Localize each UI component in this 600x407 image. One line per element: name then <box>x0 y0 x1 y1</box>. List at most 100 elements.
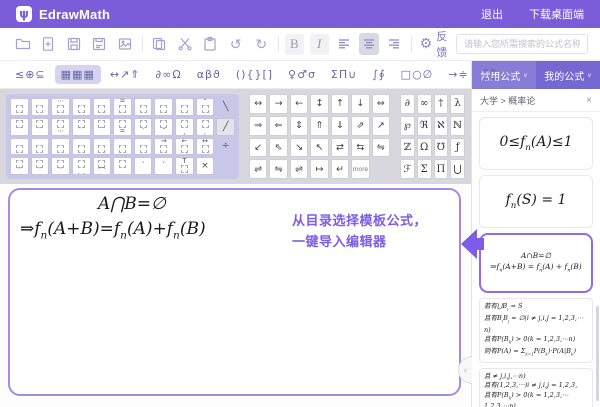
decoration-symbol-cell[interactable]: ˆ <box>10 157 29 175</box>
breadcrumb[interactable]: 大学 > 概率论 <box>480 94 535 107</box>
formula-card-selected[interactable]: A∩B=∅⇒fn(A+B) = fn(A) + fn(B) <box>479 233 593 293</box>
arrow-symbol-cell[interactable]: ⇗ <box>351 116 369 136</box>
arrow-symbol-cell[interactable]: ← <box>290 94 308 114</box>
decoration-symbol-cell[interactable]: ⋯ <box>51 118 70 136</box>
sidebar-tab-my-formulas[interactable]: 我的公式∨ <box>536 61 600 89</box>
palette-tab-decorations[interactable]: ▦▦▦ <box>55 65 101 84</box>
letter-symbol-cell[interactable]: ℘ <box>400 116 415 136</box>
palette-tab-integrals[interactable]: ∫∮ <box>366 65 391 84</box>
feedback-button[interactable]: 反馈 <box>436 28 456 60</box>
paste-icon[interactable] <box>200 32 222 56</box>
decoration-symbol-cell[interactable]: ˆ <box>10 138 29 156</box>
letter-symbol-cell[interactable]: Σ <box>417 159 432 179</box>
letter-symbol-cell[interactable]: ℜ <box>417 116 432 136</box>
letter-symbol-cell[interactable]: † <box>434 94 449 114</box>
save-as-icon[interactable] <box>89 32 111 56</box>
decoration-symbol-cell[interactable]: ⌒ <box>93 157 112 175</box>
arrow-symbol-cell[interactable]: ↦ <box>310 159 328 179</box>
download-desktop-button[interactable]: 下载桌面端 <box>529 6 584 22</box>
decoration-symbol-cell[interactable]: ˇ <box>31 157 50 175</box>
arrow-symbol-cell[interactable]: ⇌ <box>290 159 308 179</box>
arrow-symbol-cell[interactable]: ⇑ <box>310 116 328 136</box>
decoration-symbol-cell[interactable]: ′ <box>134 118 153 136</box>
arrow-symbol-cell[interactable]: ↘ <box>290 138 308 158</box>
new-file-icon[interactable] <box>38 32 60 56</box>
decoration-symbol-cell[interactable]: ¨¨ <box>72 98 91 116</box>
arrow-symbol-cell[interactable]: ↙ <box>249 138 267 158</box>
decoration-symbol-cell[interactable]: ¨ <box>31 98 50 116</box>
decoration-symbol-cell[interactable]: ⌒ <box>134 138 153 156</box>
decoration-symbol-cell[interactable]: ‵ <box>134 157 153 175</box>
letter-symbol-cell[interactable]: ƒ <box>450 138 465 158</box>
formula-card[interactable]: fn(S) = 1 <box>479 175 593 228</box>
decoration-symbol-cell[interactable]: _ <box>113 157 132 175</box>
decoration-symbol-cell[interactable]: ″ <box>154 98 173 116</box>
palette-tab-logic[interactable]: →≑ <box>442 65 474 84</box>
arrow-symbol-cell[interactable]: ↖ <box>310 138 328 158</box>
formula-canvas[interactable]: A⋂B=∅ ⇒fn(A+B)=fn(A)+fn(B) 从目录选择模板公式， 一键… <box>8 188 461 396</box>
decoration-symbol-cell[interactable]: ‿ <box>72 157 91 175</box>
palette-tab-expand[interactable] <box>478 66 501 83</box>
more-arrows-button[interactable]: more <box>351 159 369 179</box>
palette-tab-relations[interactable]: ≤⊕⊆ <box>9 65 52 84</box>
letter-symbol-cell[interactable]: ⋃ <box>450 159 465 179</box>
letter-symbol-cell[interactable]: ∂ <box>400 94 415 114</box>
decoration-symbol-cell[interactable]: ¸ <box>175 118 194 136</box>
decoration-symbol-cell[interactable]: ¨ <box>31 118 50 136</box>
arrow-symbol-cell[interactable]: ⇌ <box>249 159 267 179</box>
decoration-symbol-cell[interactable]: ⋯ <box>51 98 70 116</box>
arrow-symbol-cell[interactable]: ⇄ <box>331 138 349 158</box>
redo-icon[interactable]: ↻ <box>251 32 273 56</box>
align-right-icon[interactable] <box>384 33 404 55</box>
exit-button[interactable]: 退出 <box>481 6 503 22</box>
letter-symbol-cell[interactable]: ℕ <box>450 116 465 136</box>
decoration-symbol-cell[interactable]: ′ <box>154 157 173 175</box>
decoration-symbol-cell[interactable]: ˙ <box>10 118 29 136</box>
palette-tab-calculus[interactable]: ∂∞Ω <box>150 65 188 84</box>
letter-symbol-cell[interactable]: ℱ <box>400 159 415 179</box>
arrow-symbol-cell[interactable]: → <box>269 94 287 114</box>
export-image-icon[interactable] <box>114 32 136 56</box>
scrollbar-thumb[interactable] <box>596 306 599 401</box>
letter-symbol-cell[interactable]: ℵ <box>434 116 449 136</box>
decoration-symbol-cell[interactable]: ˜ <box>51 157 70 175</box>
arrow-symbol-cell[interactable]: ↓ <box>351 94 369 114</box>
settings-gear-icon[interactable]: ⚙ <box>420 36 433 52</box>
arrow-symbol-cell[interactable]: ⇓ <box>331 116 349 136</box>
arrow-symbol-cell[interactable]: ↗ <box>372 116 390 136</box>
decoration-symbol-cell[interactable]: = <box>113 118 132 136</box>
letter-symbol-cell[interactable]: ℧ <box>434 138 449 158</box>
decoration-symbol-cell[interactable]: × <box>196 157 215 175</box>
letter-symbol-cell[interactable]: ∞ <box>417 94 432 114</box>
arrow-symbol-cell[interactable]: ↔ <box>249 94 267 114</box>
canvas-formula-line1[interactable]: A⋂B=∅ <box>98 194 166 214</box>
decoration-symbol-cell[interactable]: ˉ <box>93 118 112 136</box>
formula-card[interactable]: 0≤fn(A)≤1 <box>479 117 593 170</box>
decoration-symbol-cell[interactable]: → <box>154 138 173 156</box>
formula-card[interactable]: 且 ≠ j,i,j,⋯n)且有(1,2,3,⋯)i ≠ j,i,j = 1,2,… <box>479 368 593 407</box>
letter-symbol-cell[interactable]: Ω <box>417 138 432 158</box>
canvas-formula-line2[interactable]: ⇒fn(A+B)=fn(A)+fn(B) <box>20 219 206 241</box>
copy-icon[interactable] <box>148 32 170 56</box>
arrow-symbol-cell[interactable]: ⇒ <box>249 116 267 136</box>
italic-button[interactable]: I <box>310 34 329 55</box>
arrow-symbol-cell[interactable]: ⇋ <box>372 138 390 158</box>
arrow-symbol-cell[interactable]: ⇆ <box>351 138 369 158</box>
arrow-symbol-cell[interactable]: ⇕ <box>290 116 308 136</box>
arrow-symbol-cell[interactable]: ⇐ <box>269 116 287 136</box>
decoration-symbol-cell[interactable]: ¨¨ <box>72 118 91 136</box>
cut-icon[interactable] <box>174 32 196 56</box>
palette-tab-brackets[interactable]: (){}[] <box>230 65 279 84</box>
palette-tab-arrows[interactable]: ↔↗⇑ <box>104 65 147 84</box>
decoration-symbol-cell[interactable]: ˘ <box>113 138 132 156</box>
decoration-symbol-cell[interactable]: = <box>113 98 132 116</box>
palette-tab-misc[interactable]: ♀♂σ <box>282 65 322 84</box>
undo-icon[interactable]: ↺ <box>225 32 247 56</box>
decoration-symbol-cell[interactable]: ˙ <box>10 98 29 116</box>
arrow-symbol-cell[interactable]: ↵ <box>331 159 349 179</box>
formula-card[interactable]: 若有⋃Bi = S且有BiBj = ∅(i ≠ j,i,j = 1,2,3,⋯n… <box>479 298 593 363</box>
decoration-symbol-cell[interactable]: ← <box>175 138 194 156</box>
decoration-symbol-cell[interactable]: ˇ <box>31 138 50 156</box>
align-center-icon[interactable] <box>359 33 379 55</box>
decoration-symbol-cell[interactable]: ′ <box>134 98 153 116</box>
